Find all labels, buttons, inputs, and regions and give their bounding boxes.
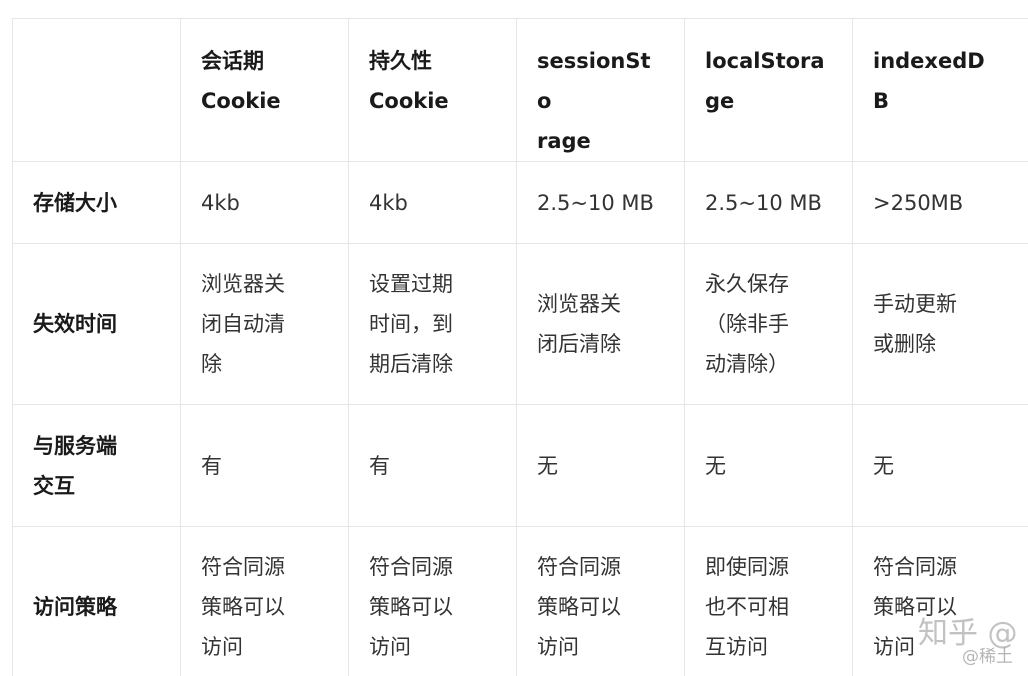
row-label-server-interaction: 与服务端 交互 (12, 404, 181, 527)
table-row-access-policy: 访问策略 符合同源 策略可以 访问 符合同源 策略可以 访问 符合同源 策略可以… (12, 526, 1028, 676)
table-cell: 设置过期 时间，到 期后清除 (348, 243, 517, 405)
table-cell: 2.5~10 MB (516, 161, 685, 244)
header-corner-cell (12, 18, 181, 162)
table-cell: 即使同源 也不可相 互访问 (684, 526, 853, 676)
table-cell: 无 (684, 404, 853, 527)
table-cell: 4kb (348, 161, 517, 244)
table-header-row: 会话期 Cookie 持久性 Cookie sessionSto rage lo… (12, 18, 1028, 162)
header-persistent-cookie: 持久性 Cookie (348, 18, 517, 162)
table-cell: 浏览器关 闭自动清 除 (180, 243, 349, 405)
header-session-cookie: 会话期 Cookie (180, 18, 349, 162)
table-cell: 浏览器关 闭后清除 (516, 243, 685, 405)
table-cell: 无 (516, 404, 685, 527)
table-cell: 有 (348, 404, 517, 527)
table-cell: 有 (180, 404, 349, 527)
header-indexeddb: indexedD B (852, 18, 1028, 162)
row-label-expiration: 失效时间 (12, 243, 181, 405)
table-cell: 符合同源 策略可以 访问 (852, 526, 1028, 676)
storage-comparison-table: 会话期 Cookie 持久性 Cookie sessionSto rage lo… (12, 18, 1028, 676)
table-cell: 无 (852, 404, 1028, 527)
row-label-access-policy: 访问策略 (12, 526, 181, 676)
header-localstorage: localStora ge (684, 18, 853, 162)
header-sessionstorage: sessionSto rage (516, 18, 685, 162)
table-cell: 符合同源 策略可以 访问 (180, 526, 349, 676)
table-row-storage-size: 存储大小 4kb 4kb 2.5~10 MB 2.5~10 MB >250MB (12, 161, 1028, 244)
table-cell: 4kb (180, 161, 349, 244)
table-cell: >250MB (852, 161, 1028, 244)
table-cell: 永久保存 （除非手 动清除） (684, 243, 853, 405)
table-cell: 手动更新 或删除 (852, 243, 1028, 405)
table-cell: 2.5~10 MB (684, 161, 853, 244)
table-cell: 符合同源 策略可以 访问 (516, 526, 685, 676)
table-cell: 符合同源 策略可以 访问 (348, 526, 517, 676)
document-page: 会话期 Cookie 持久性 Cookie sessionSto rage lo… (0, 0, 1028, 676)
table-row-server-interaction: 与服务端 交互 有 有 无 无 无 (12, 404, 1028, 527)
table-row-expiration: 失效时间 浏览器关 闭自动清 除 设置过期 时间，到 期后清除 浏览器关 闭后清… (12, 243, 1028, 405)
row-label-storage-size: 存储大小 (12, 161, 181, 244)
